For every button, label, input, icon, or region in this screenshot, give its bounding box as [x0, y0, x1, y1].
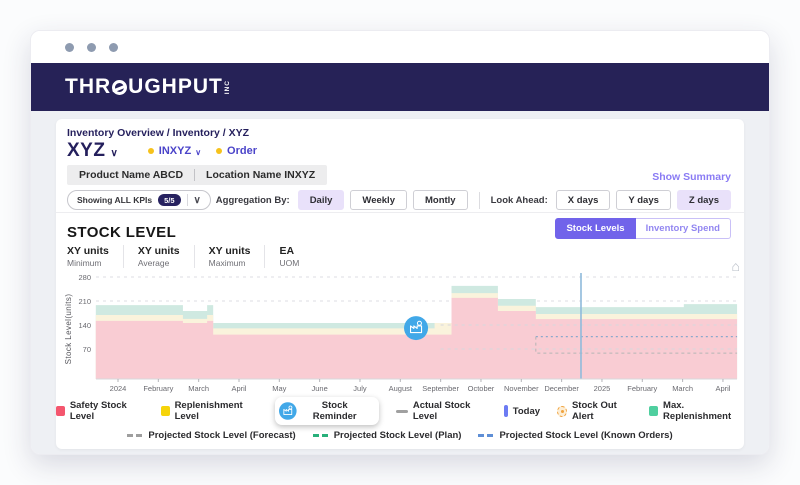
svg-text:May: May	[272, 384, 286, 393]
svg-text:140: 140	[78, 321, 91, 330]
forecast-line-icon	[127, 434, 143, 437]
svg-text:Stock Level(units): Stock Level(units)	[64, 294, 73, 365]
svg-text:March: March	[188, 384, 209, 393]
known-orders-line-icon	[478, 434, 494, 437]
kpi-value: XY units	[209, 245, 251, 257]
factory-icon	[279, 401, 297, 421]
chart-canvas[interactable]: 280 210 140 70 2024 February March April May June…	[61, 259, 746, 394]
svg-text:October: October	[468, 384, 495, 393]
kpi-count-badge: 5/5	[158, 194, 180, 206]
legend-projected-forecast: Projected Stock Level (Forecast)	[127, 430, 295, 441]
svg-text:August: August	[389, 384, 413, 393]
window-dot-icon[interactable]	[65, 43, 74, 52]
legend-projected-plan: Projected Stock Level (Plan)	[313, 430, 462, 441]
breadcrumb[interactable]: Inventory Overview / Inventory / XYZ	[67, 127, 249, 139]
page-title: XYZ	[67, 140, 105, 162]
actual-line-icon	[396, 410, 408, 413]
window-dot-icon[interactable]	[109, 43, 118, 52]
app-header: THR UGHPUT INC	[31, 63, 769, 111]
svg-text:2024: 2024	[110, 384, 127, 393]
order-link[interactable]: Order	[227, 145, 257, 157]
tab-stock-levels[interactable]: Stock Levels	[555, 218, 635, 239]
aggregation-weekly-button[interactable]: Weekly	[350, 190, 407, 210]
aggregation-label: Aggregation By:	[216, 195, 290, 206]
look-ahead-y-button[interactable]: Y days	[616, 190, 670, 210]
svg-text:February: February	[143, 384, 173, 393]
app-window: THR UGHPUT INC Inventory Overview / Inven…	[30, 30, 770, 455]
window-titlebar	[31, 31, 769, 63]
location-bullet-icon	[148, 148, 154, 154]
svg-text:April: April	[715, 384, 730, 393]
filter-row: Showing ALL KPIs 5/5 ∨ Aggregation By: D…	[67, 190, 731, 210]
max-replenishment-swatch-icon	[649, 406, 658, 416]
legend-safety-stock: Safety Stock Level	[56, 400, 144, 422]
location-chip: Location Name INXYZ	[206, 169, 315, 181]
legend-today: Today	[504, 405, 540, 417]
stock-level-chart[interactable]: ⌂ 280 210 140 70 2024 February March April May Ju…	[61, 259, 746, 394]
kpi-value: EA	[279, 245, 299, 257]
svg-text:2025: 2025	[594, 384, 611, 393]
svg-text:February: February	[627, 384, 657, 393]
tab-inventory-spend[interactable]: Inventory Spend	[636, 218, 731, 239]
section-header: STOCK LEVEL Stock Levels Inventory Spend	[67, 218, 731, 241]
window-dot-icon[interactable]	[87, 43, 96, 52]
svg-text:280: 280	[78, 273, 91, 282]
content-area: Inventory Overview / Inventory / XYZ XYZ…	[31, 111, 769, 455]
product-location-chips: Product Name ABCD Location Name INXYZ	[67, 165, 327, 185]
section-divider	[56, 212, 744, 213]
svg-text:November: November	[504, 384, 539, 393]
order-bullet-icon	[216, 148, 222, 154]
legend-stock-out-alert: Stock Out Alert	[557, 400, 632, 422]
look-ahead-z-button[interactable]: Z days	[677, 190, 731, 210]
aggregation-monthly-button[interactable]: Montly	[413, 190, 468, 210]
kpi-filter-dropdown[interactable]: Showing ALL KPIs 5/5 ∨	[67, 190, 211, 210]
svg-text:July: July	[353, 384, 367, 393]
chart-home-icon[interactable]: ⌂	[732, 259, 740, 273]
plan-line-icon	[313, 434, 329, 437]
svg-text:March: March	[672, 384, 693, 393]
chevron-down-icon[interactable]: ∨	[195, 148, 201, 157]
svg-text:June: June	[312, 384, 328, 393]
svg-text:December: December	[544, 384, 579, 393]
legend-max-replenishment: Max. Replenishment	[649, 400, 744, 422]
kpi-value: XY units	[138, 245, 180, 257]
aggregation-daily-button[interactable]: Daily	[298, 190, 345, 210]
title-row: XYZ ∨ INXYZ ∨ Order	[67, 140, 257, 162]
chip-divider	[194, 169, 195, 181]
location-link[interactable]: INXYZ	[159, 145, 191, 157]
legend-projected-known-orders: Projected Stock Level (Known Orders)	[478, 430, 672, 441]
aggregation-controls: Aggregation By: Daily Weekly Montly Look…	[216, 190, 731, 210]
svg-text:210: 210	[78, 297, 91, 306]
stock-reminder-button[interactable]: Stock Reminder	[275, 397, 378, 425]
view-toggle: Stock Levels Inventory Spend	[555, 218, 731, 239]
inventory-panel: Inventory Overview / Inventory / XYZ XYZ…	[56, 119, 744, 449]
svg-text:April: April	[231, 384, 246, 393]
show-summary-link[interactable]: Show Summary	[652, 171, 731, 183]
product-chip: Product Name ABCD	[79, 169, 183, 181]
svg-text:September: September	[422, 384, 459, 393]
logo-inc-text: INC	[225, 80, 232, 94]
chevron-down-icon[interactable]: ∨	[110, 148, 117, 159]
chevron-down-icon: ∨	[194, 195, 201, 206]
kpi-value: XY units	[67, 245, 109, 257]
chart-legend: Safety Stock Level Replenishment Level S…	[56, 397, 744, 441]
legend-actual-stock: Actual Stock Level	[396, 400, 488, 422]
alert-ring-icon	[557, 406, 567, 417]
logo-text: THR	[65, 75, 111, 99]
look-ahead-label: Look Ahead:	[491, 195, 548, 206]
legend-replenishment: Replenishment Level	[161, 400, 259, 422]
pill-divider	[187, 194, 188, 206]
kpi-filter-label: Showing ALL KPIs	[77, 195, 152, 205]
filter-divider	[479, 192, 480, 209]
logo-text: UGHPUT	[128, 75, 223, 99]
replenishment-swatch-icon	[161, 406, 170, 416]
today-bar-icon	[504, 405, 508, 417]
throughput-logo[interactable]: THR UGHPUT INC	[65, 75, 231, 99]
logo-globe-icon	[112, 80, 127, 95]
section-title: STOCK LEVEL	[67, 224, 176, 241]
safety-swatch-icon	[56, 406, 65, 416]
svg-text:70: 70	[83, 345, 91, 354]
look-ahead-x-button[interactable]: X days	[556, 190, 611, 210]
